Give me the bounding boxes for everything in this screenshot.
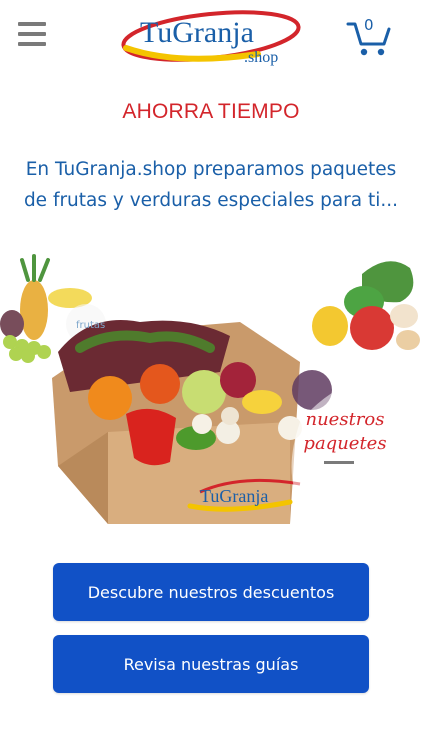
cart-count: 0	[364, 16, 374, 34]
cart-button[interactable]: 0	[346, 16, 392, 58]
carousel-indicator[interactable]	[324, 461, 354, 464]
intro-text: En TuGranja.shop preparamos paquetes de …	[23, 159, 399, 211]
tugranja-logo[interactable]: TuGranja .shop	[118, 4, 304, 70]
box-brand-text: TuGranja	[200, 486, 268, 506]
hamburger-menu-icon[interactable]	[18, 22, 46, 50]
vegetables-image	[312, 261, 420, 350]
hero-produce-image: TuGranja	[0, 254, 422, 526]
logo-main-text: TuGranja	[140, 16, 254, 49]
paquetes-label-line1: nuestros	[305, 409, 385, 430]
logo-sub-text: .shop	[244, 49, 278, 66]
app-header: TuGranja .shop 0	[0, 0, 422, 80]
guides-button[interactable]: Revisa nuestras guías	[53, 635, 369, 693]
paquetes-label-line2: paquetes	[303, 433, 387, 454]
discounts-button[interactable]: Descubre nuestros descuentos	[53, 563, 369, 621]
headline: AHORRA TIEMPO	[122, 100, 300, 123]
nuestros-paquetes-link[interactable]: nuestros paquetes	[290, 408, 400, 456]
frutas-label[interactable]: frutas	[76, 320, 105, 331]
